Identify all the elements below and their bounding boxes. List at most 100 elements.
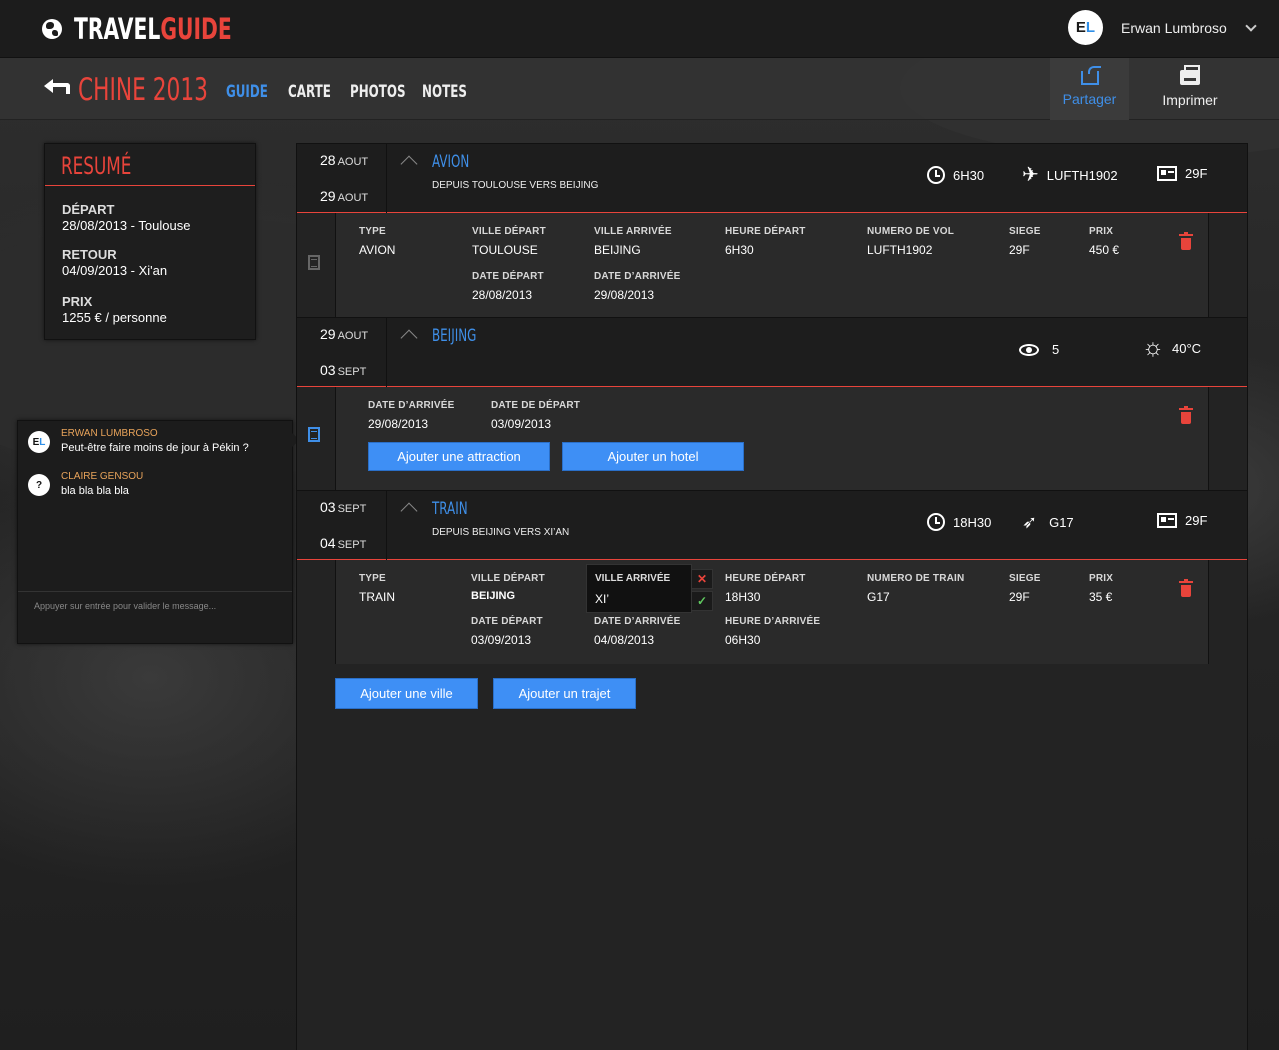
field-prix[interactable]: 450 €: [1089, 243, 1119, 257]
step-dates: 03 SEPT 04 SEPT: [297, 491, 387, 560]
logo[interactable]: TRAVELGUIDE: [42, 12, 299, 46]
ticket-icon: [1157, 166, 1177, 181]
summary-title: RESUMÉ: [61, 152, 132, 180]
tab-notes[interactable]: NOTES: [422, 82, 484, 106]
brand-travel: TRAVEL: [74, 12, 161, 46]
stat-weather: ☼ 40°C: [1142, 334, 1202, 361]
field-type[interactable]: AVION: [359, 243, 395, 257]
note-icon[interactable]: [308, 427, 320, 442]
field-date-arrivee[interactable]: 04/08/2013: [594, 633, 681, 647]
cancel-edit-button[interactable]: ✕: [691, 569, 713, 589]
chevron-up-icon[interactable]: [400, 329, 418, 347]
eye-icon: [1019, 343, 1039, 356]
plane-icon: ✈: [1022, 164, 1039, 186]
step-subtitle: DEPUIS BEIJING VERS XI’AN: [432, 527, 570, 538]
share-button[interactable]: Partager: [1050, 58, 1129, 120]
add-hotel-button[interactable]: Ajouter un hotel: [562, 442, 744, 471]
step-header-train[interactable]: 03 SEPT 04 SEPT TRAIN DEPUIS BEIJING VERS …: [297, 490, 1247, 560]
step-subtitle: DEPUIS TOULOUSE VERS BEIJING: [432, 180, 599, 191]
stat-seat: 29F: [1157, 166, 1207, 181]
trash-icon[interactable]: [1179, 232, 1193, 250]
field-ville-depart[interactable]: BEIJING: [471, 590, 545, 602]
chat-author: CLAIRE GENSOU: [61, 471, 144, 482]
chat-message: EL ERWAN LUMBROSO Peut-être faire moins …: [28, 427, 249, 454]
ticket-icon: [1157, 513, 1177, 528]
stat-train: ➶ G17: [1022, 512, 1074, 532]
step-title: TRAIN: [432, 499, 468, 519]
comment-panel: EL ERWAN LUMBROSO Peut-être faire moins …: [17, 420, 300, 644]
step-header-beijing[interactable]: 29 AOUT 03 SEPT BEIJING 5 ☼ 40°C: [297, 317, 1247, 387]
step-dates: 28 AOUT 29 AOUT: [297, 144, 387, 213]
step-details-train: TYPE TRAIN VILLE DÉPART BEIJING HEURE DÉPA…: [335, 560, 1209, 664]
field-heure-depart[interactable]: 18H30: [725, 590, 806, 604]
step-header-avion[interactable]: 28 AOUT 29 AOUT AVION DEPUIS TOULOUSE VERS…: [297, 143, 1247, 213]
chevron-down-icon[interactable]: [1245, 19, 1257, 32]
summary-depart: DÉPART 28/08/2013 - Toulouse: [62, 202, 191, 233]
chat-text: Peut-être faire moins de jour à Pékin ?: [61, 442, 249, 454]
add-city-button[interactable]: Ajouter une ville: [335, 678, 478, 709]
trash-icon[interactable]: [1179, 406, 1193, 424]
stat-flight: ✈ LUFTH1902: [1022, 164, 1118, 186]
divider: [18, 591, 292, 592]
field-date-depart[interactable]: 03/09/2013: [491, 417, 580, 431]
add-attraction-button[interactable]: Ajouter une attraction: [368, 442, 550, 471]
ville-arrivee-input[interactable]: XI’: [595, 592, 609, 606]
tab-photos[interactable]: PHOTOS: [350, 82, 422, 106]
user-menu[interactable]: EL Erwan Lumbroso: [1068, 10, 1257, 45]
note-icon[interactable]: [308, 255, 320, 270]
divider: [45, 185, 255, 186]
printer-icon: [1180, 65, 1200, 85]
clock-icon: [927, 166, 945, 184]
summary-panel: RESUMÉ DÉPART 28/08/2013 - Toulouse RETO…: [44, 143, 256, 340]
summary-prix: PRIX 1255 € / personne: [62, 294, 167, 325]
main-nav: GUIDE CARTE PHOTOS NOTES: [226, 82, 484, 106]
tab-guide[interactable]: GUIDE: [226, 82, 288, 106]
field-type[interactable]: TRAIN: [359, 590, 395, 604]
field-date-depart[interactable]: 28/08/2013: [472, 288, 544, 302]
field-heure-arrivee[interactable]: 06H30: [725, 633, 820, 647]
brand-guide: GUIDE: [160, 12, 232, 46]
field-label: VILLE ARRIVÉE: [595, 573, 671, 584]
chat-message: ? CLAIRE GENSOU bla bla bla bla: [28, 470, 143, 497]
field-date-arrivee[interactable]: 29/08/2013: [368, 417, 455, 431]
top-bar: TRAVELGUIDE EL Erwan Lumbroso: [0, 0, 1279, 58]
stat-seat: 29F: [1157, 513, 1207, 528]
field-numero-vol[interactable]: LUFTH1902: [867, 243, 954, 257]
user-name: Erwan Lumbroso: [1121, 19, 1227, 36]
step-details-avion: TYPE AVION VILLE DÉPART TOULOUSE VILLE ARR…: [335, 213, 1209, 317]
chevron-up-icon[interactable]: [400, 502, 418, 520]
tab-carte[interactable]: CARTE: [288, 82, 350, 106]
itinerary-timeline: 28 AOUT 29 AOUT AVION DEPUIS TOULOUSE VERS…: [296, 143, 1248, 1050]
trip-title: CHINE 2013: [78, 72, 208, 108]
clock-icon: [927, 513, 945, 531]
step-dates: 29 AOUT 03 SEPT: [297, 318, 387, 387]
chat-author: ERWAN LUMBROSO: [61, 428, 158, 439]
sun-icon: ☼: [1142, 334, 1164, 361]
field-prix[interactable]: 35 €: [1089, 590, 1113, 604]
step-details-beijing: DATE D’ARRIVÉE 29/08/2013 DATE DE DÉPART 0…: [335, 387, 1209, 490]
summary-retour: RETOUR 04/09/2013 - Xi'an: [62, 247, 168, 278]
chat-input[interactable]: Appuyer sur entrée pour valider le messa…: [34, 601, 216, 611]
field-heure-depart[interactable]: 6H30: [725, 243, 806, 257]
field-siege[interactable]: 29F: [1009, 243, 1041, 257]
stat-duration: 6H30: [927, 166, 984, 184]
rocket-icon: ➶: [1022, 512, 1038, 532]
add-trip-button[interactable]: Ajouter un trajet: [493, 678, 636, 709]
step-title: BEIJING: [432, 326, 477, 346]
print-button[interactable]: Imprimer: [1150, 58, 1230, 120]
chat-text: bla bla bla bla: [61, 485, 129, 497]
field-date-depart[interactable]: 03/09/2013: [471, 633, 543, 647]
field-numero-train[interactable]: G17: [867, 590, 964, 604]
field-date-arrivee[interactable]: 29/08/2013: [594, 288, 681, 302]
field-ville-depart[interactable]: TOULOUSE: [472, 243, 546, 257]
step-title: AVION: [432, 152, 470, 172]
back-arrow-icon[interactable]: [44, 79, 70, 98]
chevron-up-icon[interactable]: [400, 155, 418, 173]
stat-attractions: 5: [1019, 342, 1059, 357]
field-ville-arrivee[interactable]: BEIJING: [594, 243, 672, 257]
confirm-edit-button[interactable]: ✓: [691, 591, 713, 611]
share-icon: [1080, 66, 1101, 85]
trash-icon[interactable]: [1179, 579, 1193, 597]
ville-arrivee-editor[interactable]: VILLE ARRIVÉE XI’: [586, 564, 692, 613]
field-siege[interactable]: 29F: [1009, 590, 1041, 604]
